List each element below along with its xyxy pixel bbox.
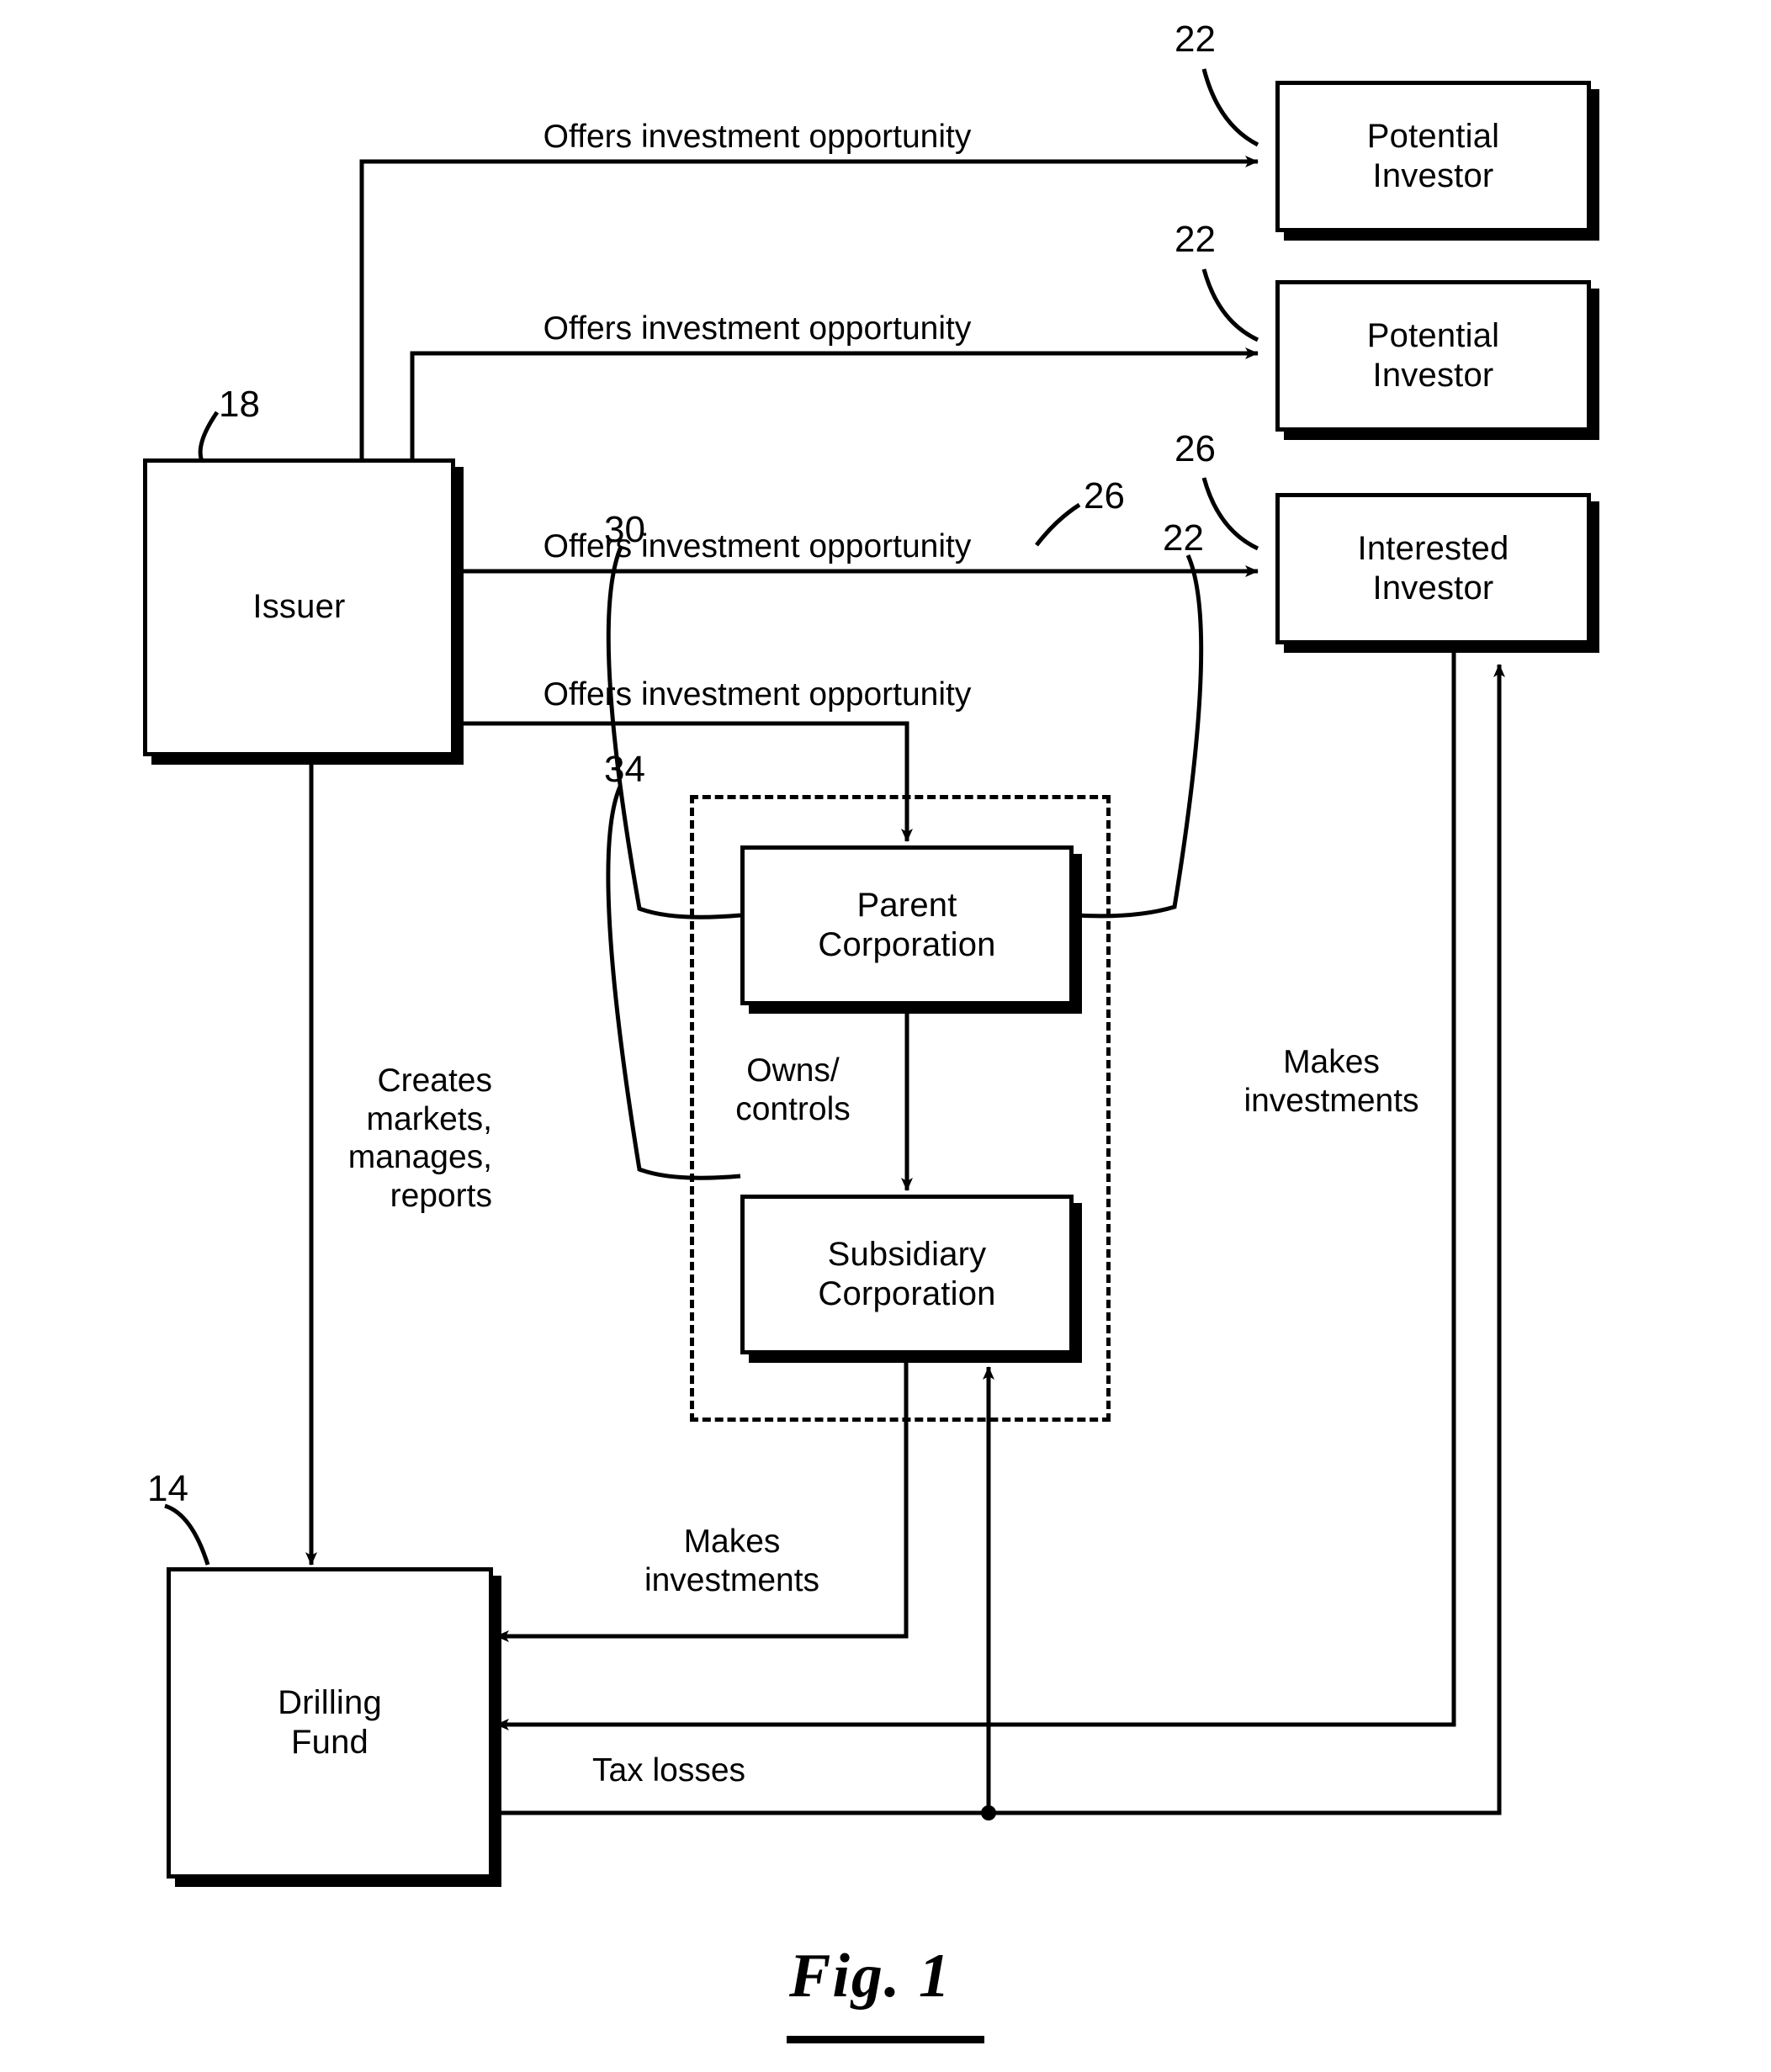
- node-potential-investor-2[interactable]: Potential Investor: [1275, 280, 1591, 432]
- leader-line-22-potential-investor-1: [1201, 68, 1259, 147]
- node-potential-investor-1-label: Potential Investor: [1366, 117, 1500, 194]
- node-issuer[interactable]: Issuer: [143, 458, 455, 756]
- ref-34-subsidiary-corporation: 34: [604, 749, 645, 790]
- node-parent-corporation-label: Parent Corporation: [818, 886, 996, 963]
- ref-22-potential-investor-2: 22: [1174, 219, 1216, 260]
- edge-label-tax-losses: Tax losses: [591, 1752, 746, 1788]
- ref-22-parent-corporation: 22: [1163, 517, 1204, 559]
- edge-label-owns-controls: Owns/ controls: [735, 1052, 851, 1127]
- node-parent-corporation[interactable]: Parent Corporation: [740, 845, 1074, 1005]
- node-potential-investor-2-label: Potential Investor: [1366, 316, 1500, 394]
- figure-caption-underline: [787, 2036, 984, 2043]
- ref-14-drilling-fund: 14: [147, 1468, 188, 1509]
- edge-label-makes-investments-investor: Makes investments: [1243, 1044, 1419, 1119]
- edge-label-offers-1: Offers investment opportunity: [543, 119, 972, 155]
- ref-18-issuer: 18: [219, 384, 260, 425]
- ref-26-group: 26: [1084, 475, 1125, 517]
- node-interested-investor-label: Interested Investor: [1357, 529, 1509, 607]
- node-subsidiary-corporation[interactable]: Subsidiary Corporation: [740, 1195, 1074, 1354]
- edge-label-offers-4: Offers investment opportunity: [543, 676, 972, 713]
- node-drilling-fund-label: Drilling Fund: [278, 1683, 382, 1761]
- leader-line-14-drilling-fund: [164, 1503, 210, 1566]
- edge-label-makes-investments-subsidiary: Makes investments: [644, 1524, 820, 1598]
- node-drilling-fund[interactable]: Drilling Fund: [167, 1567, 493, 1879]
- leader-line-22-potential-investor-2: [1201, 268, 1259, 342]
- ref-22-potential-investor-1: 22: [1174, 19, 1216, 60]
- edge-label-creates-markets: Creates markets, manages, reports: [347, 1062, 492, 1214]
- node-subsidiary-corporation-label: Subsidiary Corporation: [818, 1235, 996, 1312]
- node-interested-investor[interactable]: Interested Investor: [1275, 493, 1591, 644]
- node-potential-investor-1[interactable]: Potential Investor: [1275, 81, 1591, 232]
- leader-line-18-issuer: [198, 411, 220, 462]
- patent-figure-page: Issuer Potential Investor Potential Inve…: [0, 0, 1771, 2072]
- ref-26-interested-investor: 26: [1174, 428, 1216, 469]
- junction-dot-tax-losses: [981, 1805, 996, 1820]
- edge-offers-potential-investor-2: [410, 347, 1259, 461]
- node-issuer-label: Issuer: [252, 588, 346, 626]
- ref-30-parent-corporation: 30: [604, 509, 645, 550]
- figure-caption: Fig. 1: [789, 1942, 952, 2011]
- edge-label-offers-2: Offers investment opportunity: [543, 310, 972, 347]
- edge-label-offers-3: Offers investment opportunity: [543, 528, 972, 564]
- leader-line-26-interested-investor: [1201, 477, 1259, 551]
